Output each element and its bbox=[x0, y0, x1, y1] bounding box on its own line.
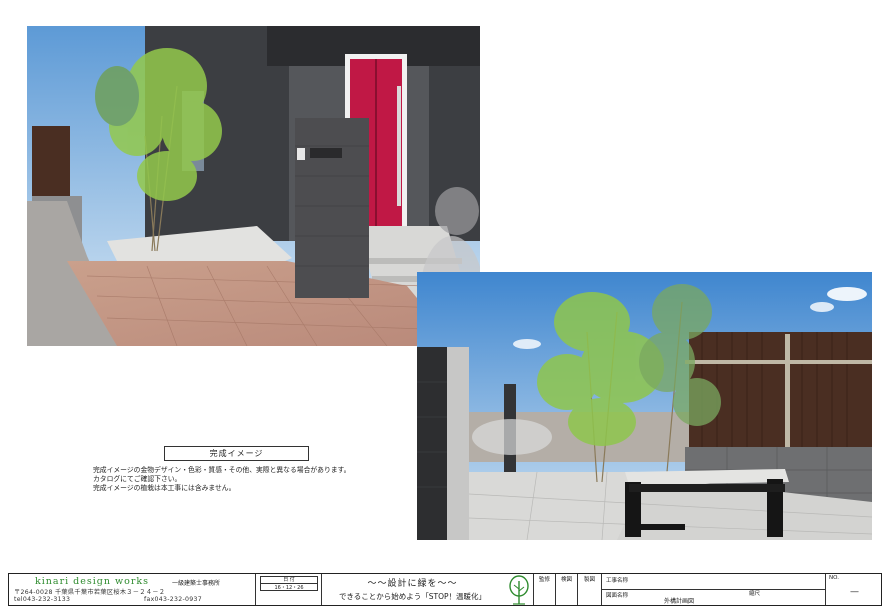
sheet-number-cell: NO. — bbox=[825, 574, 883, 605]
company-cell: kinari design works 一級建築士事務所 〒264-0028 千… bbox=[9, 574, 255, 605]
date-box: 日 付 16・12・26 bbox=[260, 576, 318, 591]
stamp-label: 検図 bbox=[560, 577, 572, 583]
caption-note: 完成イメージの植栽は本工事には含みません。 bbox=[93, 484, 236, 492]
drawing-label: 図面名称 bbox=[606, 593, 629, 599]
company-fax: fax043-232-0937 bbox=[144, 596, 202, 603]
caption-note: カタログにてご確認下さい。 bbox=[93, 475, 182, 483]
date-label: 日 付 bbox=[261, 577, 317, 584]
stamp-label: 監修 bbox=[538, 577, 550, 583]
date-cell: 日 付 16・12・26 bbox=[255, 574, 321, 605]
title-block: kinari design works 一級建築士事務所 〒264-0028 千… bbox=[8, 573, 882, 606]
garden-patio-image bbox=[417, 272, 872, 540]
project-cell: 工事名称 図面名称 縮尺 外構計画図 bbox=[601, 574, 825, 605]
garden-patio-render bbox=[417, 272, 872, 540]
project-label: 工事名称 bbox=[606, 578, 629, 584]
sheet-number-value: — bbox=[850, 587, 859, 597]
slogan-cell: 〜〜設計に緑を〜〜 できることから始めよう「STOP！温暖化」 bbox=[321, 574, 533, 605]
stamp-check: 検図 bbox=[555, 574, 577, 605]
stamp-supervision: 監修 bbox=[533, 574, 555, 605]
divider bbox=[602, 589, 825, 590]
company-address: 〒264-0028 千葉県千葉市若葉区桜木３－２４－２ bbox=[14, 589, 166, 596]
drawing-name: 外構計画図 bbox=[664, 598, 695, 605]
slogan-main: 〜〜設計に緑を〜〜 bbox=[367, 579, 458, 589]
brand-name: kinari design works bbox=[35, 576, 150, 587]
scale-label: 縮尺 bbox=[749, 591, 761, 597]
stamp-label: 製図 bbox=[583, 577, 595, 583]
sheet-number-label: NO. bbox=[829, 575, 839, 581]
caption-notes: 完成イメージの金物デザイン・色彩・質感・その他、実際と異なる場合があります。 カ… bbox=[93, 466, 413, 493]
date-value: 16・12・26 bbox=[274, 585, 304, 591]
caption-title: 完成イメージ bbox=[164, 446, 309, 461]
front-approach-render bbox=[27, 26, 480, 346]
slogan-sub: できることから始めよう「STOP！温暖化」 bbox=[338, 592, 487, 601]
stamp-drafting: 製図 bbox=[577, 574, 601, 605]
front-approach-image bbox=[27, 26, 480, 346]
office-type: 一級建築士事務所 bbox=[172, 580, 221, 587]
tree-logo-icon bbox=[509, 575, 529, 605]
company-phone: tel043-232-3133 bbox=[14, 596, 71, 603]
caption-note: 完成イメージの金物デザイン・色彩・質感・その他、実際と異なる場合があります。 bbox=[93, 466, 351, 474]
